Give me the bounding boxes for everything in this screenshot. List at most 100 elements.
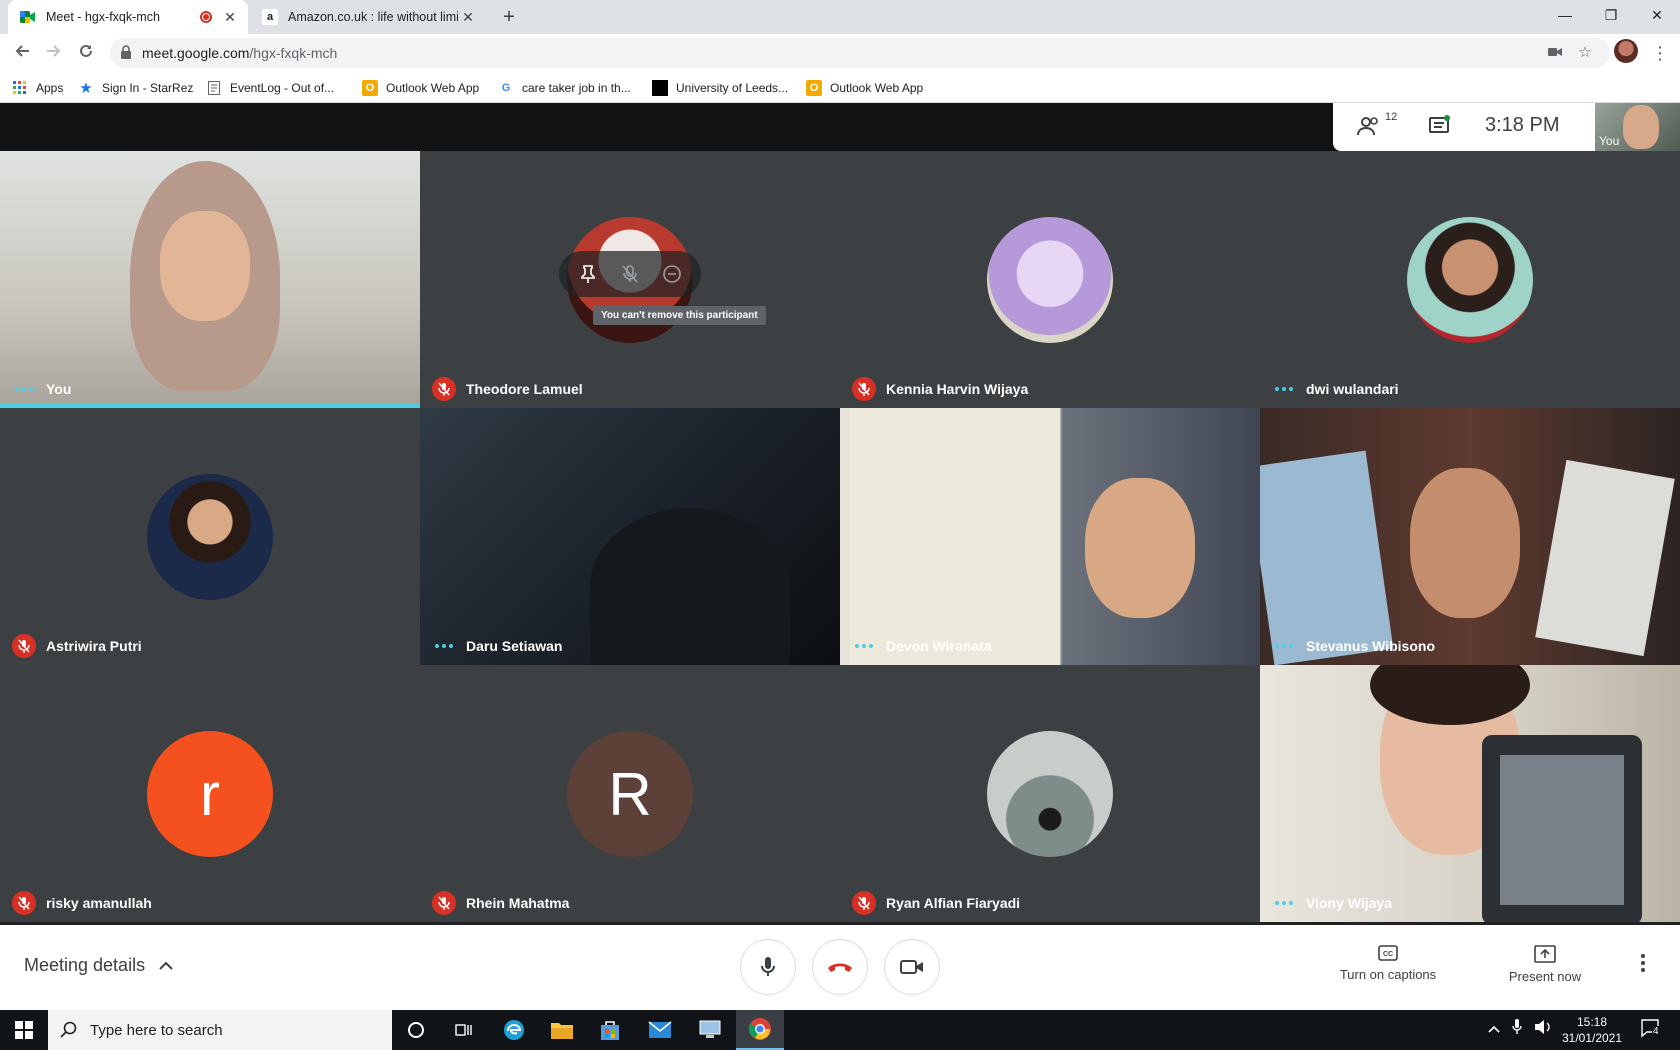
new-tab-button[interactable]: + (496, 5, 522, 29)
mic-off-icon (852, 377, 876, 401)
meeting-details-label: Meeting details (24, 955, 146, 975)
participant-tile-ryan[interactable]: Ryan Alfian Fiaryadi (840, 665, 1260, 922)
present-now-button[interactable]: Present now (1490, 945, 1600, 984)
participant-name: Devon Wiranata (852, 635, 992, 657)
forward-button[interactable] (40, 39, 68, 67)
chat-button[interactable] (1429, 115, 1453, 139)
participant-tile-astriwira[interactable]: Astriwira Putri (0, 408, 420, 665)
avatar (987, 217, 1113, 343)
tab-title: Meet - hgx-fxqk-mch (46, 10, 160, 24)
remote-desktop-icon[interactable] (694, 1014, 726, 1046)
participant-count: 12 (1385, 111, 1398, 123)
bookmark-apps[interactable]: Apps (12, 78, 63, 98)
url-host: meet.google.com (142, 45, 250, 61)
microphone-icon (761, 957, 775, 976)
captions-button[interactable]: CC Turn on captions (1328, 945, 1448, 982)
avatar (147, 474, 273, 600)
chrome-taskbar-button[interactable] (736, 1010, 784, 1050)
tab-amazon[interactable]: a Amazon.co.uk : life without limits ✕ (250, 0, 486, 34)
action-center-icon[interactable]: 4 (1640, 1018, 1660, 1041)
participant-name: Astriwira Putri (12, 634, 142, 658)
participant-tile-viony[interactable]: Viony Wijaya (1260, 665, 1680, 922)
bookmark-outlook-2[interactable]: O Outlook Web App (806, 78, 923, 98)
speaking-dots-icon (12, 387, 36, 391)
volume-icon[interactable] (1534, 1019, 1552, 1038)
participant-name-text: Theodore Lamuel (466, 381, 583, 397)
camera-button[interactable] (884, 939, 940, 995)
address-bar[interactable]: meet.google.com/hgx-fxqk-mch ☆ (110, 38, 1610, 68)
leave-call-button[interactable] (812, 939, 868, 995)
taskbar-search-box[interactable]: Type here to search (48, 1010, 392, 1050)
taskbar-clock[interactable]: 15:18 31/01/2021 (1560, 1014, 1624, 1046)
speaking-dots-icon (852, 644, 876, 648)
tab-meet[interactable]: Meet - hgx-fxqk-mch ✕ (8, 0, 248, 34)
url-path: /hgx-fxqk-mch (249, 45, 338, 61)
people-icon (1357, 117, 1378, 136)
windows-start-icon[interactable] (8, 1014, 40, 1046)
speaking-dots-icon (1272, 644, 1296, 648)
participant-name-text: You (46, 381, 72, 397)
participant-name: Daru Setiawan (432, 635, 562, 657)
participant-tile-theodore[interactable]: You can't remove this participant Theodo… (420, 151, 840, 408)
bookmarks-bar: Apps ★ Sign In - StarRez EventLog - Out … (0, 72, 1680, 103)
participant-tile-risky[interactable]: r risky amanullah (0, 665, 420, 922)
mic-off-icon (12, 891, 36, 915)
edge-icon[interactable] (498, 1014, 530, 1046)
tray-expand-icon[interactable] (1488, 1020, 1500, 1036)
bookmark-starrez[interactable]: ★ Sign In - StarRez (78, 78, 193, 98)
tray-microphone-icon[interactable] (1512, 1018, 1522, 1039)
participant-tile-dwi[interactable]: dwi wulandari (1260, 151, 1680, 408)
self-view-thumbnail[interactable]: You (1595, 103, 1680, 151)
bookmark-label: Outlook Web App (830, 81, 924, 95)
mail-icon[interactable] (644, 1014, 676, 1046)
meet-stage: 12 3:18 PM You You You can't remove this… (0, 103, 1680, 925)
clock-date: 31/01/2021 (1561, 1031, 1623, 1045)
close-tab-icon[interactable]: ✕ (458, 9, 478, 26)
meeting-details-button[interactable]: Meeting details (24, 955, 173, 976)
meeting-clock: 3:18 PM (1485, 114, 1560, 136)
participant-tile-stevanus[interactable]: Stevanus Wibisono (1260, 408, 1680, 665)
participant-tile-kennia[interactable]: Kennia Harvin Wijaya (840, 151, 1260, 408)
closed-captions-icon: CC (1378, 945, 1398, 961)
file-explorer-icon[interactable] (546, 1014, 578, 1046)
maximize-button[interactable]: ❐ (1588, 0, 1634, 30)
people-button[interactable]: 12 (1357, 111, 1397, 139)
participant-tile-rhein[interactable]: R Rhein Mahatma (420, 665, 840, 922)
close-window-button[interactable]: ✕ (1634, 0, 1680, 30)
store-icon[interactable] (594, 1014, 626, 1046)
back-button[interactable] (8, 39, 36, 67)
participant-name-text: Daru Setiawan (466, 638, 563, 654)
reload-button[interactable] (72, 39, 100, 67)
participant-tile-you[interactable]: You (0, 151, 420, 408)
clock-time: 15:18 (1576, 1015, 1608, 1029)
bookmark-care-taker[interactable]: G care taker job in th... (498, 78, 631, 98)
speaking-dots-icon (1272, 901, 1296, 905)
participant-name: Rhein Mahatma (432, 891, 569, 915)
bookmark-star-icon[interactable]: ☆ (1576, 44, 1594, 62)
bookmark-label: Sign In - StarRez (102, 81, 194, 95)
bookmark-outlook-1[interactable]: O Outlook Web App (362, 78, 479, 98)
svg-text:CC: CC (1383, 951, 1393, 958)
bookmark-label: care taker job in th... (522, 81, 631, 95)
avatar-initial: r (200, 760, 220, 828)
participant-name: Ryan Alfian Fiaryadi (852, 891, 1020, 915)
participant-tile-devon[interactable]: Devon Wiranata (840, 408, 1260, 665)
close-tab-icon[interactable]: ✕ (220, 9, 240, 26)
participant-tile-daru[interactable]: Daru Setiawan (420, 408, 840, 665)
participant-name-text: Viony Wijaya (1306, 895, 1392, 911)
pin-icon[interactable] (574, 260, 602, 288)
more-options-icon[interactable] (1640, 953, 1660, 981)
cortana-icon[interactable] (400, 1014, 432, 1046)
camera-indicator-icon[interactable] (1546, 44, 1564, 62)
bookmark-eventlog[interactable]: EventLog - Out of... (206, 78, 334, 98)
task-view-icon[interactable] (448, 1014, 480, 1046)
microphone-button[interactable] (740, 939, 796, 995)
bookmark-label: Outlook Web App (386, 81, 480, 95)
profile-avatar[interactable] (1614, 39, 1638, 63)
minimize-button[interactable]: — (1542, 0, 1588, 30)
participant-name-text: Astriwira Putri (46, 638, 142, 654)
bookmark-leeds[interactable]: University of Leeds... (652, 78, 788, 98)
browser-menu-icon[interactable]: ⋮ (1650, 39, 1670, 67)
lock-icon (121, 45, 131, 59)
mic-off-icon (852, 891, 876, 915)
